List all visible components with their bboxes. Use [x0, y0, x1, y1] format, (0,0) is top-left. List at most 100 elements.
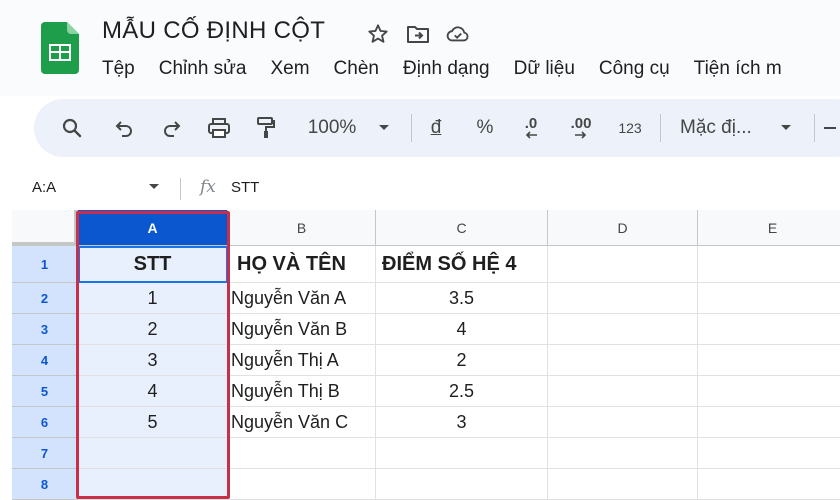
cell-a2[interactable]: 1 [78, 283, 228, 314]
name-box[interactable]: A:A [32, 179, 56, 196]
row-header-4[interactable]: 4 [12, 345, 78, 376]
row-header-3[interactable]: 3 [12, 314, 78, 345]
cell-b4[interactable]: Nguyễn Thị A [228, 345, 376, 376]
zoom-value[interactable]: 100% [302, 99, 362, 157]
app-header: MẪU CỐ ĐỊNH CỘT Tệp Chỉnh sửa Xem Chèn Đ… [0, 0, 840, 96]
font-size-decrease-icon[interactable] [822, 99, 838, 157]
row-header-8[interactable]: 8 [12, 469, 78, 500]
menu-bar: Tệp Chỉnh sửa Xem Chèn Định dạng Dữ liệu… [102, 58, 806, 80]
cell-a5[interactable]: 4 [78, 376, 228, 407]
cell-c1[interactable]: ĐIỂM SỐ HỆ 4 [376, 246, 548, 283]
cell-e4[interactable] [698, 345, 840, 376]
cell-e1[interactable] [698, 246, 840, 283]
font-dropdown-icon[interactable] [776, 99, 796, 157]
sheets-logo-icon[interactable] [41, 22, 79, 74]
column-header-e[interactable]: E [698, 210, 840, 246]
row-header-6[interactable]: 6 [12, 407, 78, 438]
toolbar-separator [814, 114, 815, 142]
menu-view[interactable]: Xem [270, 58, 309, 80]
cell-b7[interactable] [228, 438, 376, 469]
cell-d1[interactable] [548, 246, 698, 283]
row-header-2[interactable]: 2 [12, 283, 78, 314]
row-header-1[interactable]: 1 [12, 246, 78, 283]
cell-d7[interactable] [548, 438, 698, 469]
cell-e8[interactable] [698, 469, 840, 500]
cell-d5[interactable] [548, 376, 698, 407]
cell-a8[interactable] [78, 469, 228, 500]
search-menus-icon[interactable] [58, 99, 86, 157]
paint-format-icon[interactable] [252, 99, 280, 157]
percent-format-button[interactable]: % [474, 99, 496, 157]
cell-a4[interactable]: 3 [78, 345, 228, 376]
cell-b6[interactable]: Nguyễn Văn C [228, 407, 376, 438]
cell-c6[interactable]: 3 [376, 407, 548, 438]
increase-decimal-button[interactable]: .00 [564, 99, 598, 157]
toolbar-separator [660, 114, 661, 142]
cell-b5[interactable]: Nguyễn Thị B [228, 376, 376, 407]
cell-a7[interactable] [78, 438, 228, 469]
cloud-saved-icon[interactable] [446, 22, 470, 46]
star-icon[interactable] [366, 22, 390, 46]
menu-file[interactable]: Tệp [102, 58, 135, 80]
currency-format-button[interactable]: đ [426, 99, 446, 157]
formula-bar: A:A fx STT [12, 170, 840, 208]
move-to-folder-icon[interactable] [406, 22, 430, 46]
row-header-7[interactable]: 7 [12, 438, 78, 469]
arrow-right-icon [575, 131, 587, 139]
document-title[interactable]: MẪU CỐ ĐỊNH CỘT [102, 17, 325, 45]
decrease-decimal-button[interactable]: .0 [516, 99, 546, 157]
cell-e2[interactable] [698, 283, 840, 314]
cell-c3[interactable]: 4 [376, 314, 548, 345]
decrease-decimal-label: .0 [524, 115, 538, 132]
name-box-dropdown-icon[interactable] [148, 183, 160, 191]
column-header-d[interactable]: D [548, 210, 698, 246]
cell-b8[interactable] [228, 469, 376, 500]
font-family-select[interactable]: Mặc đị... [680, 99, 764, 157]
menu-format[interactable]: Định dạng [403, 58, 490, 80]
cell-b3[interactable]: Nguyễn Văn B [228, 314, 376, 345]
toolbar-separator [411, 114, 412, 142]
print-icon[interactable] [204, 99, 234, 157]
cell-a6[interactable]: 5 [78, 407, 228, 438]
cell-e6[interactable] [698, 407, 840, 438]
cell-b1[interactable]: HỌ VÀ TÊN [228, 246, 376, 283]
cell-d4[interactable] [548, 345, 698, 376]
increase-decimal-label: .00 [570, 115, 592, 132]
cell-e5[interactable] [698, 376, 840, 407]
cell-d2[interactable] [548, 283, 698, 314]
redo-icon[interactable] [158, 99, 186, 157]
arrow-left-icon [525, 131, 537, 139]
cell-d6[interactable] [548, 407, 698, 438]
cell-c8[interactable] [376, 469, 548, 500]
menu-data[interactable]: Dữ liệu [514, 58, 575, 80]
menu-extensions[interactable]: Tiện ích m [694, 58, 782, 80]
formula-input[interactable]: STT [231, 179, 259, 196]
column-header-c[interactable]: C [376, 210, 548, 246]
cell-c4[interactable]: 2 [376, 345, 548, 376]
cell-d8[interactable] [548, 469, 698, 500]
cell-a1[interactable]: STT [78, 246, 228, 283]
cell-e7[interactable] [698, 438, 840, 469]
more-formats-button[interactable]: 123 [614, 99, 646, 157]
menu-tools[interactable]: Công cụ [599, 58, 670, 80]
column-header-a[interactable]: A [78, 210, 228, 246]
select-all-corner[interactable] [12, 210, 78, 246]
cell-a3[interactable]: 2 [78, 314, 228, 345]
cell-b2[interactable]: Nguyễn Văn A [228, 283, 376, 314]
cell-d3[interactable] [548, 314, 698, 345]
row-header-5[interactable]: 5 [12, 376, 78, 407]
column-header-b[interactable]: B [228, 210, 376, 246]
cell-e3[interactable] [698, 314, 840, 345]
cell-c7[interactable] [376, 438, 548, 469]
zoom-dropdown-icon[interactable] [374, 99, 394, 157]
fx-icon: fx [200, 177, 216, 197]
undo-icon[interactable] [110, 99, 138, 157]
cell-c5[interactable]: 2.5 [376, 376, 548, 407]
title-icons [366, 22, 470, 46]
menu-insert[interactable]: Chèn [334, 58, 379, 80]
toolbar: 100% đ % .0 .00 123 Mặc đị... [34, 99, 840, 157]
formula-bar-separator [180, 178, 181, 200]
cell-c2[interactable]: 3.5 [376, 283, 548, 314]
spreadsheet-grid: A B C D E 1 2 3 4 5 6 7 8 STT HỌ VÀ TÊN … [12, 210, 840, 500]
menu-edit[interactable]: Chỉnh sửa [159, 58, 247, 80]
